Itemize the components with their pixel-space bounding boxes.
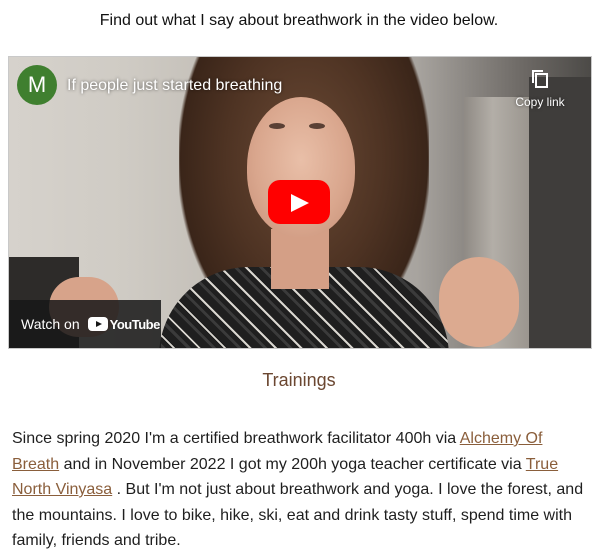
play-icon <box>291 194 309 212</box>
video-title-link[interactable]: If people just started breathing <box>67 77 282 95</box>
intro-text: Find out what I say about breathwork in … <box>99 12 499 29</box>
copy-link-label: Copy link <box>515 95 565 109</box>
trainings-paragraph: Since spring 2020 I'm a certified breath… <box>12 426 592 554</box>
youtube-embed[interactable]: M If people just started breathing Copy … <box>8 56 592 349</box>
play-button[interactable] <box>268 180 330 224</box>
paragraph-part-1: Since spring 2020 I'm a certified breath… <box>12 430 460 447</box>
section-heading-trainings: Trainings <box>262 370 336 390</box>
channel-avatar[interactable]: M <box>17 65 57 105</box>
copy-icon <box>532 70 548 88</box>
watch-on-youtube-button[interactable]: Watch on YouTube <box>9 300 161 348</box>
youtube-logo-icon <box>87 317 108 331</box>
paragraph-part-2: and in November 2022 I got my 200h yoga … <box>59 455 526 473</box>
watch-on-label: Watch on <box>21 316 80 332</box>
copy-link-button[interactable]: Copy link <box>509 69 571 109</box>
youtube-label: YouTube <box>109 316 161 332</box>
